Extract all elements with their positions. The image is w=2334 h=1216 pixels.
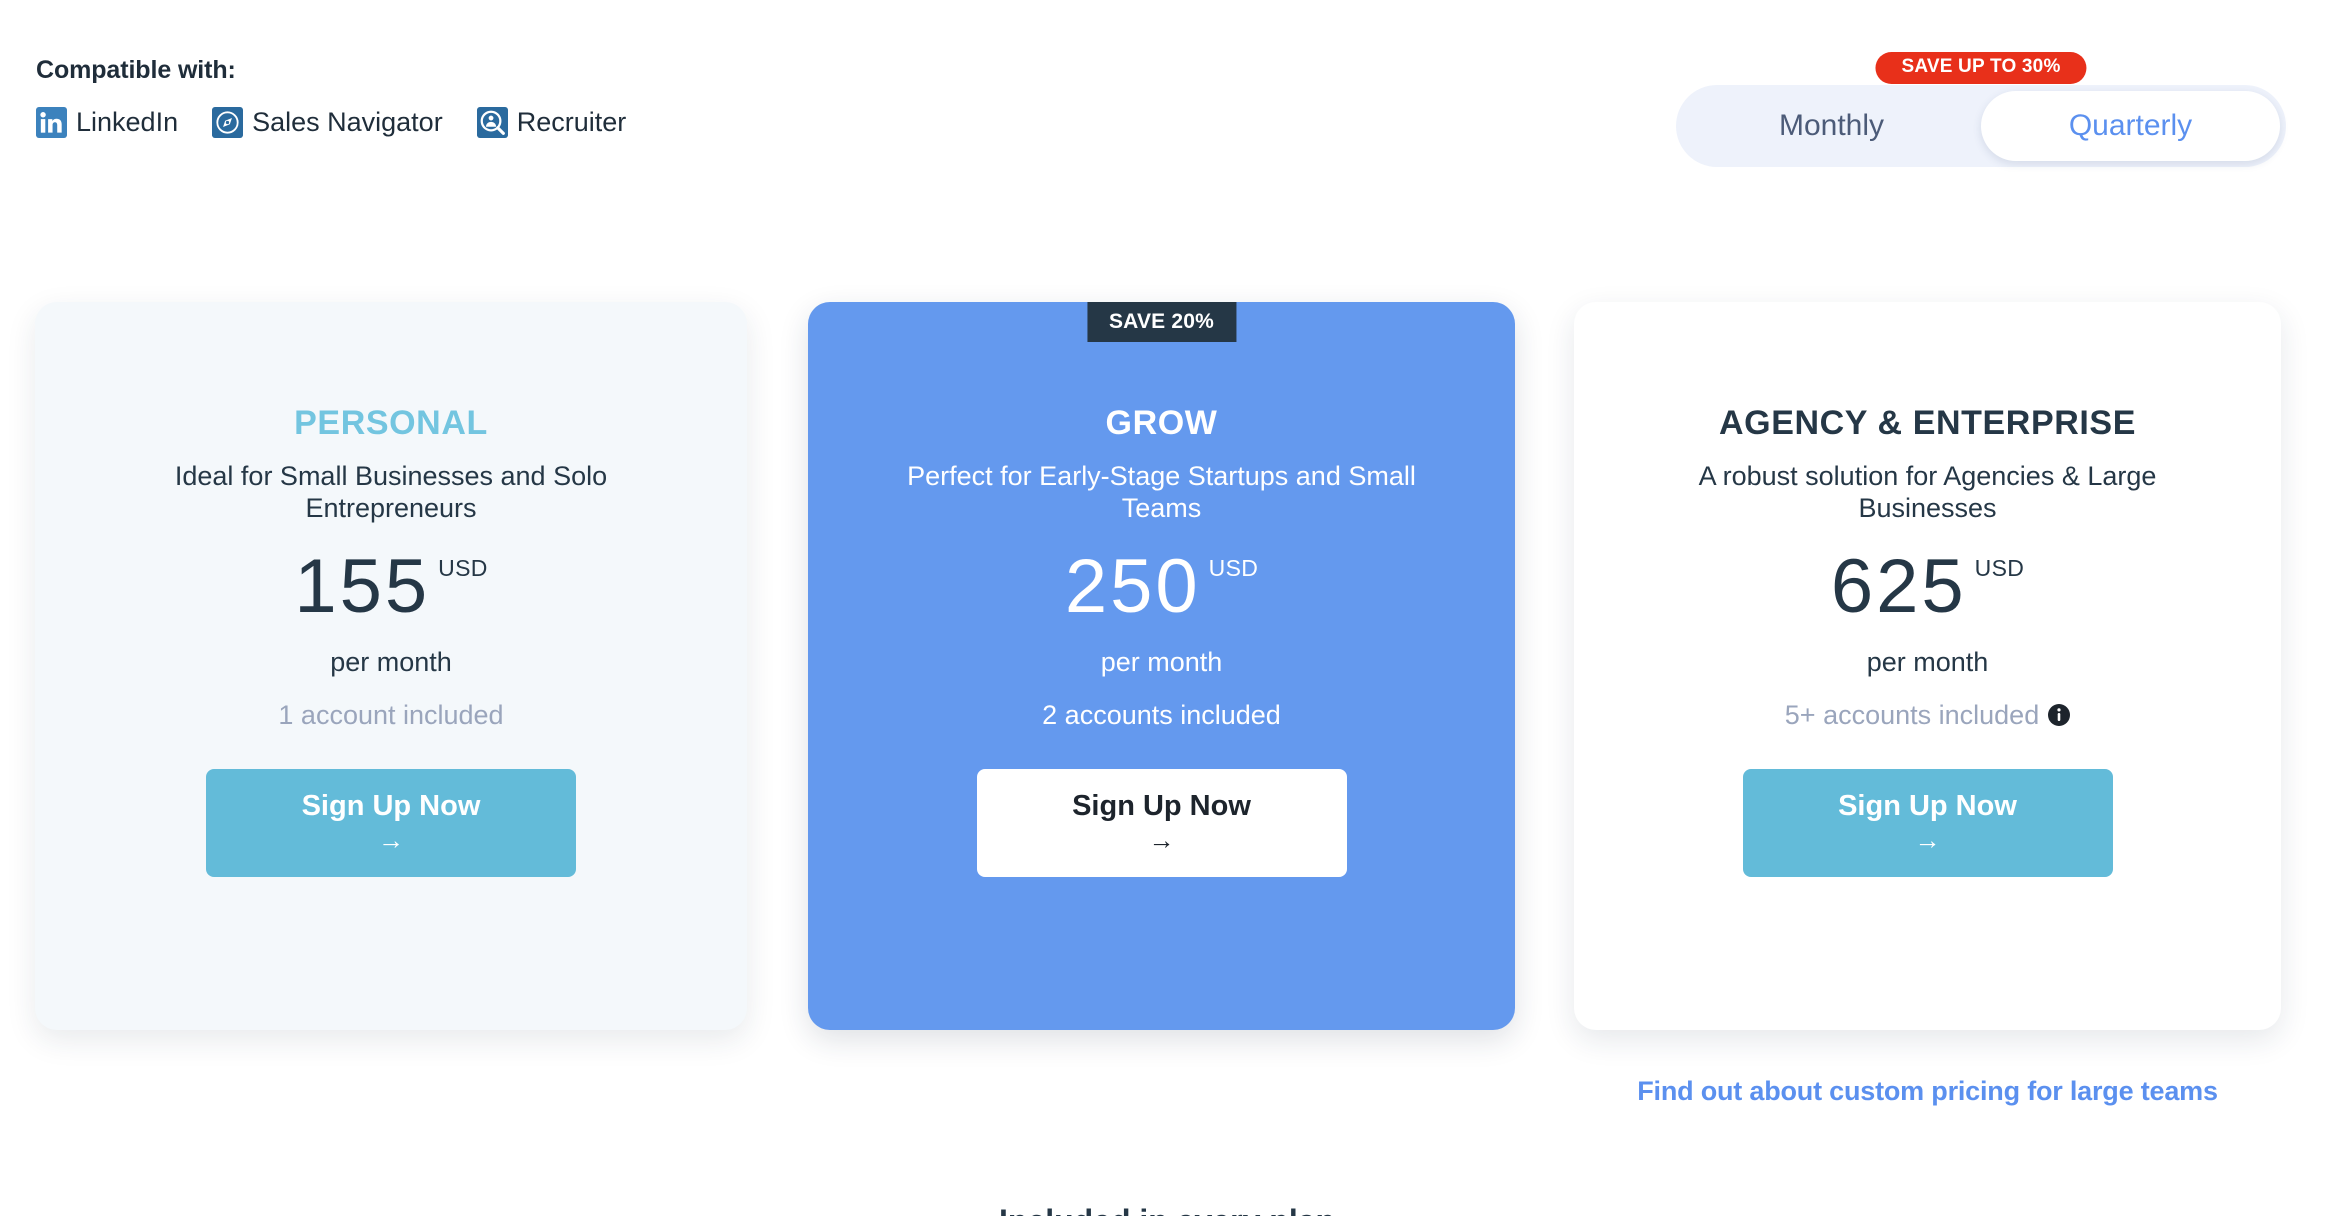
plan-accounts-label: 5+ accounts included (1784, 699, 2040, 730)
plan-name: AGENCY & ENTERPRISE (1719, 404, 2136, 442)
price-period: per month (1100, 646, 1223, 677)
sign-up-button-label: Sign Up Now (1838, 790, 2017, 823)
price-currency: USD (438, 554, 488, 581)
arrow-right-icon: → (1148, 825, 1175, 856)
price-period: per month (330, 646, 452, 677)
price-period: per month (1866, 646, 1989, 677)
compatibility-label: LinkedIn (76, 107, 179, 137)
plan-price: 250 USD (1064, 543, 1259, 629)
price-amount: 250 (1064, 543, 1201, 629)
sales-navigator-icon (212, 107, 244, 138)
plan-accounts-label: 1 account included (278, 699, 504, 730)
linkedin-icon (36, 107, 67, 138)
save-up-to-badge: SAVE UP TO 30% (1875, 52, 2087, 84)
plan-accounts: 2 accounts included (1042, 699, 1281, 730)
price-currency: USD (1208, 554, 1259, 581)
sign-up-button[interactable]: Sign Up Now → (1742, 768, 2113, 877)
plan-description: Ideal for Small Businesses and Solo Entr… (174, 461, 608, 524)
plan-accounts: 1 account included (278, 699, 504, 730)
info-icon[interactable] (2048, 704, 2071, 727)
billing-period-toggle[interactable]: Monthly Quarterly (1676, 85, 2286, 167)
billing-option-quarterly[interactable]: Quarterly (1981, 91, 2280, 161)
compatibility-label: Sales Navigator (252, 107, 443, 137)
sign-up-button[interactable]: Sign Up Now → (206, 768, 576, 877)
compatibility-label: Recruiter (516, 107, 627, 137)
plan-accounts: 5+ accounts included (1784, 699, 2071, 730)
plan-name: PERSONAL (294, 404, 488, 442)
plan-description: A robust solution for Agencies & Large B… (1698, 461, 2157, 524)
plan-name: GROW (1105, 404, 1218, 442)
sign-up-button-label: Sign Up Now (1072, 790, 1251, 823)
footer-section-heading: Included in every plan (0, 1205, 2334, 1216)
compatibility-block: Compatible with: LinkedIn Sales Navigato… (36, 58, 626, 138)
save-ribbon-badge: SAVE 20% (1086, 302, 1237, 342)
plan-price: 155 USD (294, 543, 488, 629)
recruiter-icon (476, 107, 508, 138)
pricing-card-personal[interactable]: PERSONAL Ideal for Small Businesses and … (35, 302, 747, 1030)
billing-period-area: SAVE UP TO 30% Monthly Quarterly (1676, 52, 2286, 167)
price-amount: 155 (294, 543, 431, 629)
plan-accounts-label: 2 accounts included (1042, 699, 1281, 730)
price-amount: 625 (1830, 543, 1967, 629)
pricing-card-grow[interactable]: SAVE 20% GROW Perfect for Early-Stage St… (808, 302, 1515, 1030)
compatibility-title: Compatible with: (36, 56, 236, 84)
arrow-right-icon: → (378, 825, 404, 856)
arrow-right-icon: → (1914, 825, 1941, 856)
custom-pricing-link[interactable]: Find out about custom pricing for large … (1574, 1078, 2281, 1105)
billing-option-monthly[interactable]: Monthly (1682, 91, 1981, 161)
plan-description: Perfect for Early-Stage Startups and Sma… (907, 461, 1416, 524)
compatibility-item-recruiter: Recruiter (476, 107, 627, 138)
compatibility-item-linkedin: LinkedIn (36, 107, 178, 138)
plan-price: 625 USD (1830, 543, 2025, 629)
pricing-cards: PERSONAL Ideal for Small Businesses and … (0, 302, 2334, 1062)
compatibility-item-sales-navigator: Sales Navigator (212, 107, 443, 138)
price-currency: USD (1974, 554, 2025, 581)
sign-up-button-label: Sign Up Now (301, 790, 481, 823)
compatibility-list: LinkedIn Sales Navigator Recruiter (36, 107, 626, 138)
sign-up-button[interactable]: Sign Up Now → (976, 768, 1347, 877)
pricing-card-agency-enterprise[interactable]: AGENCY & ENTERPRISE A robust solution fo… (1574, 302, 2281, 1030)
